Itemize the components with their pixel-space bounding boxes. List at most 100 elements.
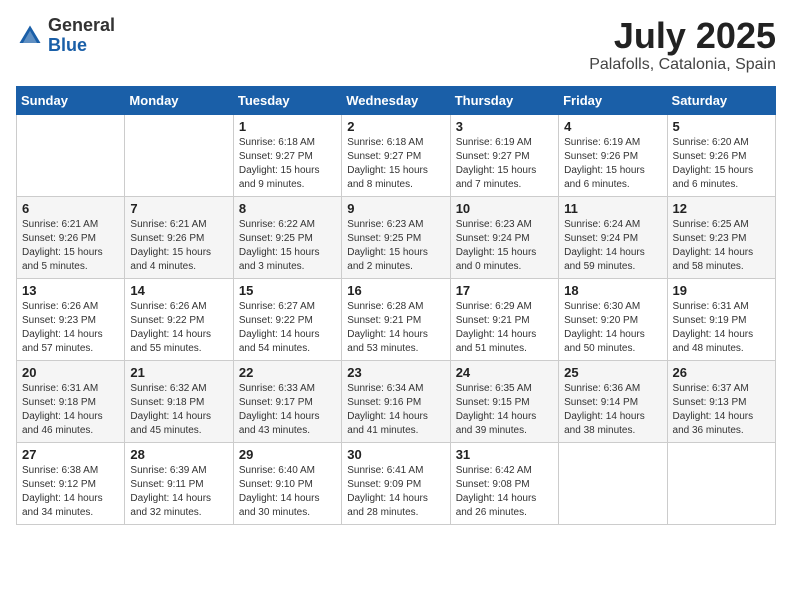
day-info: Sunrise: 6:18 AM Sunset: 9:27 PM Dayligh… [239,136,336,192]
day-number: 30 [347,447,444,462]
calendar-cell [17,114,125,196]
calendar-cell: 14Sunrise: 6:26 AM Sunset: 9:22 PM Dayli… [125,278,233,360]
logo-icon [16,22,44,50]
weekday-header: Sunday [17,86,125,114]
day-info: Sunrise: 6:25 AM Sunset: 9:23 PM Dayligh… [673,218,770,274]
day-number: 27 [22,447,119,462]
day-number: 19 [673,283,770,298]
day-info: Sunrise: 6:30 AM Sunset: 9:20 PM Dayligh… [564,300,661,356]
calendar-cell: 8 Sunrise: 6:22 AM Sunset: 9:25 PM Daylig… [233,196,341,278]
day-info: Sunrise: 6:22 AM Sunset: 9:25 PM Dayligh… [239,218,336,274]
day-number: 11 [564,201,661,216]
calendar-header: SundayMondayTuesdayWednesdayThursdayFrid… [17,86,776,114]
day-info: Sunrise: 6:24 AM Sunset: 9:24 PM Dayligh… [564,218,661,274]
day-number: 3 [456,119,553,134]
calendar-cell: 9Sunrise: 6:23 AM Sunset: 9:25 PM Daylig… [342,196,450,278]
calendar-cell: 23 Sunrise: 6:34 AM Sunset: 9:16 PM Dayli… [342,360,450,442]
day-info: Sunrise: 6:41 AM Sunset: 9:09 PM Dayligh… [347,464,444,520]
calendar-cell: 15Sunrise: 6:27 AM Sunset: 9:22 PM Dayli… [233,278,341,360]
day-number: 10 [456,201,553,216]
calendar-cell: 6 Sunrise: 6:21 AM Sunset: 9:26 PM Daylig… [17,196,125,278]
day-info: Sunrise: 6:32 AM Sunset: 9:18 PM Dayligh… [130,382,227,438]
day-number: 13 [22,283,119,298]
day-info: Sunrise: 6:42 AM Sunset: 9:08 PM Dayligh… [456,464,553,520]
calendar-cell: 11 Sunrise: 6:24 AM Sunset: 9:24 PM Dayli… [559,196,667,278]
weekday-row: SundayMondayTuesdayWednesdayThursdayFrid… [17,86,776,114]
calendar-cell: 22 Sunrise: 6:33 AM Sunset: 9:17 PM Dayli… [233,360,341,442]
calendar-cell: 25 Sunrise: 6:36 AM Sunset: 9:14 PM Dayli… [559,360,667,442]
calendar-cell: 31Sunrise: 6:42 AM Sunset: 9:08 PM Dayli… [450,442,558,524]
weekday-header: Wednesday [342,86,450,114]
logo-general: General [48,16,115,36]
calendar-cell: 5 Sunrise: 6:20 AM Sunset: 9:26 PM Daylig… [667,114,775,196]
calendar-cell [667,442,775,524]
calendar-body: 1 Sunrise: 6:18 AM Sunset: 9:27 PM Daylig… [17,114,776,524]
day-info: Sunrise: 6:37 AM Sunset: 9:13 PM Dayligh… [673,382,770,438]
calendar-cell: 13 Sunrise: 6:26 AM Sunset: 9:23 PM Dayli… [17,278,125,360]
day-number: 18 [564,283,661,298]
day-info: Sunrise: 6:26 AM Sunset: 9:23 PM Dayligh… [22,300,119,356]
calendar-cell: 4 Sunrise: 6:19 AM Sunset: 9:26 PM Daylig… [559,114,667,196]
day-number: 25 [564,365,661,380]
calendar-table: SundayMondayTuesdayWednesdayThursdayFrid… [16,86,776,525]
day-number: 2 [347,119,444,134]
day-info: Sunrise: 6:27 AM Sunset: 9:22 PM Dayligh… [239,300,336,356]
title-block: July 2025 Palafolls, Catalonia, Spain [589,16,776,74]
page-header: General Blue July 2025 Palafolls, Catalo… [16,16,776,74]
calendar-cell: 18 Sunrise: 6:30 AM Sunset: 9:20 PM Dayli… [559,278,667,360]
calendar-cell: 19 Sunrise: 6:31 AM Sunset: 9:19 PM Dayli… [667,278,775,360]
logo-blue: Blue [48,36,115,56]
day-info: Sunrise: 6:31 AM Sunset: 9:19 PM Dayligh… [673,300,770,356]
day-info: Sunrise: 6:18 AM Sunset: 9:27 PM Dayligh… [347,136,444,192]
calendar-cell: 30 Sunrise: 6:41 AM Sunset: 9:09 PM Dayli… [342,442,450,524]
day-info: Sunrise: 6:40 AM Sunset: 9:10 PM Dayligh… [239,464,336,520]
day-info: Sunrise: 6:31 AM Sunset: 9:18 PM Dayligh… [22,382,119,438]
day-info: Sunrise: 6:19 AM Sunset: 9:27 PM Dayligh… [456,136,553,192]
day-info: Sunrise: 6:19 AM Sunset: 9:26 PM Dayligh… [564,136,661,192]
calendar-week-row: 20 Sunrise: 6:31 AM Sunset: 9:18 PM Dayli… [17,360,776,442]
calendar-cell [125,114,233,196]
calendar-cell: 29 Sunrise: 6:40 AM Sunset: 9:10 PM Dayli… [233,442,341,524]
day-info: Sunrise: 6:33 AM Sunset: 9:17 PM Dayligh… [239,382,336,438]
calendar-cell: 21Sunrise: 6:32 AM Sunset: 9:18 PM Dayli… [125,360,233,442]
day-number: 20 [22,365,119,380]
calendar-cell: 2 Sunrise: 6:18 AM Sunset: 9:27 PM Daylig… [342,114,450,196]
day-number: 28 [130,447,227,462]
day-info: Sunrise: 6:36 AM Sunset: 9:14 PM Dayligh… [564,382,661,438]
day-number: 29 [239,447,336,462]
day-number: 12 [673,201,770,216]
day-number: 5 [673,119,770,134]
calendar-cell: 10 Sunrise: 6:23 AM Sunset: 9:24 PM Dayli… [450,196,558,278]
calendar-cell: 1 Sunrise: 6:18 AM Sunset: 9:27 PM Daylig… [233,114,341,196]
calendar-cell: 20 Sunrise: 6:31 AM Sunset: 9:18 PM Dayli… [17,360,125,442]
day-info: Sunrise: 6:35 AM Sunset: 9:15 PM Dayligh… [456,382,553,438]
weekday-header: Monday [125,86,233,114]
calendar-cell: 17Sunrise: 6:29 AM Sunset: 9:21 PM Dayli… [450,278,558,360]
calendar-cell: 7Sunrise: 6:21 AM Sunset: 9:26 PM Daylig… [125,196,233,278]
day-number: 1 [239,119,336,134]
day-number: 6 [22,201,119,216]
day-number: 8 [239,201,336,216]
day-number: 22 [239,365,336,380]
day-number: 23 [347,365,444,380]
day-info: Sunrise: 6:21 AM Sunset: 9:26 PM Dayligh… [22,218,119,274]
day-number: 26 [673,365,770,380]
day-info: Sunrise: 6:28 AM Sunset: 9:21 PM Dayligh… [347,300,444,356]
calendar-cell: 24 Sunrise: 6:35 AM Sunset: 9:15 PM Dayli… [450,360,558,442]
weekday-header: Friday [559,86,667,114]
calendar-cell: 26 Sunrise: 6:37 AM Sunset: 9:13 PM Dayli… [667,360,775,442]
day-info: Sunrise: 6:29 AM Sunset: 9:21 PM Dayligh… [456,300,553,356]
location-title: Palafolls, Catalonia, Spain [589,56,776,74]
weekday-header: Tuesday [233,86,341,114]
day-info: Sunrise: 6:23 AM Sunset: 9:24 PM Dayligh… [456,218,553,274]
calendar-cell: 27 Sunrise: 6:38 AM Sunset: 9:12 PM Dayli… [17,442,125,524]
day-number: 24 [456,365,553,380]
day-number: 4 [564,119,661,134]
day-info: Sunrise: 6:21 AM Sunset: 9:26 PM Dayligh… [130,218,227,274]
day-info: Sunrise: 6:34 AM Sunset: 9:16 PM Dayligh… [347,382,444,438]
day-info: Sunrise: 6:38 AM Sunset: 9:12 PM Dayligh… [22,464,119,520]
calendar-week-row: 6 Sunrise: 6:21 AM Sunset: 9:26 PM Daylig… [17,196,776,278]
day-info: Sunrise: 6:20 AM Sunset: 9:26 PM Dayligh… [673,136,770,192]
calendar-cell: 28Sunrise: 6:39 AM Sunset: 9:11 PM Dayli… [125,442,233,524]
day-number: 16 [347,283,444,298]
